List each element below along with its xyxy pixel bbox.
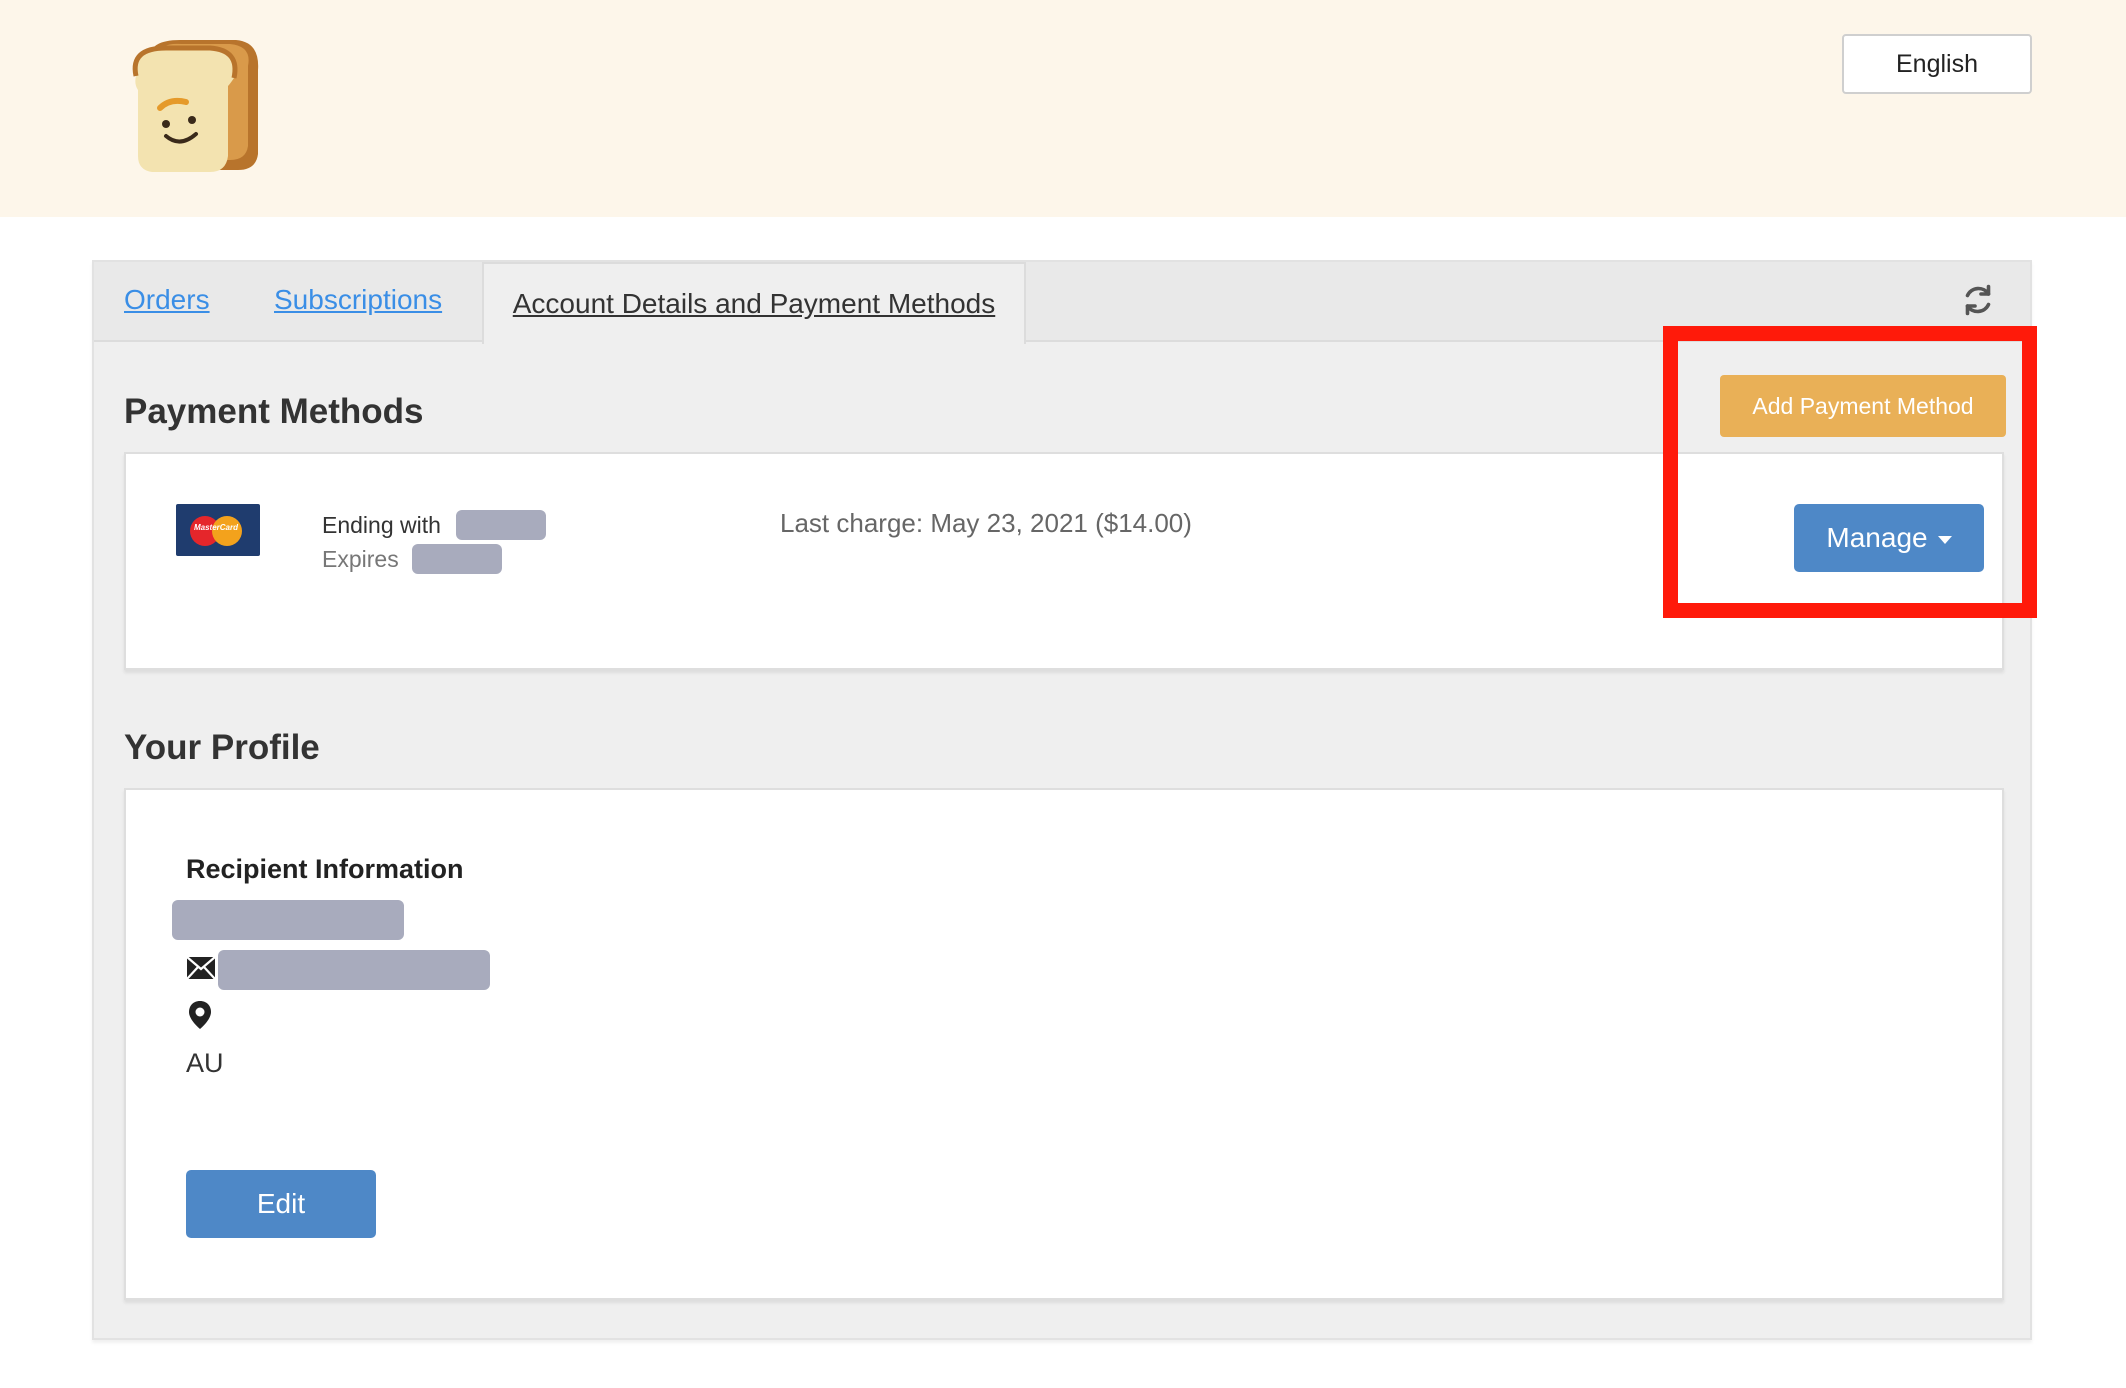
map-marker-icon [188,1000,212,1030]
manage-dropdown-button[interactable]: Manage [1794,504,1984,572]
refresh-icon[interactable] [1960,282,1996,318]
tab-account-details[interactable]: Account Details and Payment Methods [482,262,1026,344]
edit-profile-button[interactable]: Edit [186,1170,376,1238]
caret-down-icon [1937,535,1952,544]
site-header: English [0,0,2126,217]
envelope-icon [186,956,216,980]
redacted-recipient-name [172,900,404,940]
redacted-expiry-date [412,544,502,574]
tab-bar: Orders Subscriptions Account Details and… [94,262,2030,344]
mastercard-icon: MasterCard [176,504,260,556]
recipient-information-title: Recipient Information [186,854,464,884]
add-payment-method-button[interactable]: Add Payment Method [1720,375,2006,437]
card-ending-label: Ending with [322,512,441,538]
language-selector-button[interactable]: English [1842,34,2032,94]
payment-methods-title: Payment Methods [124,392,424,431]
card-expires-label: Expires [322,546,399,572]
profile-card: Recipient Information AU Edit [124,788,2004,1300]
account-panel: Orders Subscriptions Account Details and… [92,260,2032,1340]
your-profile-title: Your Profile [124,728,320,767]
redacted-email [218,950,490,990]
manage-button-label: Manage [1826,522,1928,553]
tab-orders[interactable]: Orders [124,284,210,316]
last-charge-text: Last charge: May 23, 2021 ($14.00) [780,508,1192,538]
country-text: AU [186,1048,224,1078]
toast-logo-icon[interactable] [130,36,264,176]
payment-method-card: MasterCard Ending with Expires Last char… [124,452,2004,670]
redacted-card-number [456,510,546,540]
tab-subscriptions[interactable]: Subscriptions [274,284,442,316]
